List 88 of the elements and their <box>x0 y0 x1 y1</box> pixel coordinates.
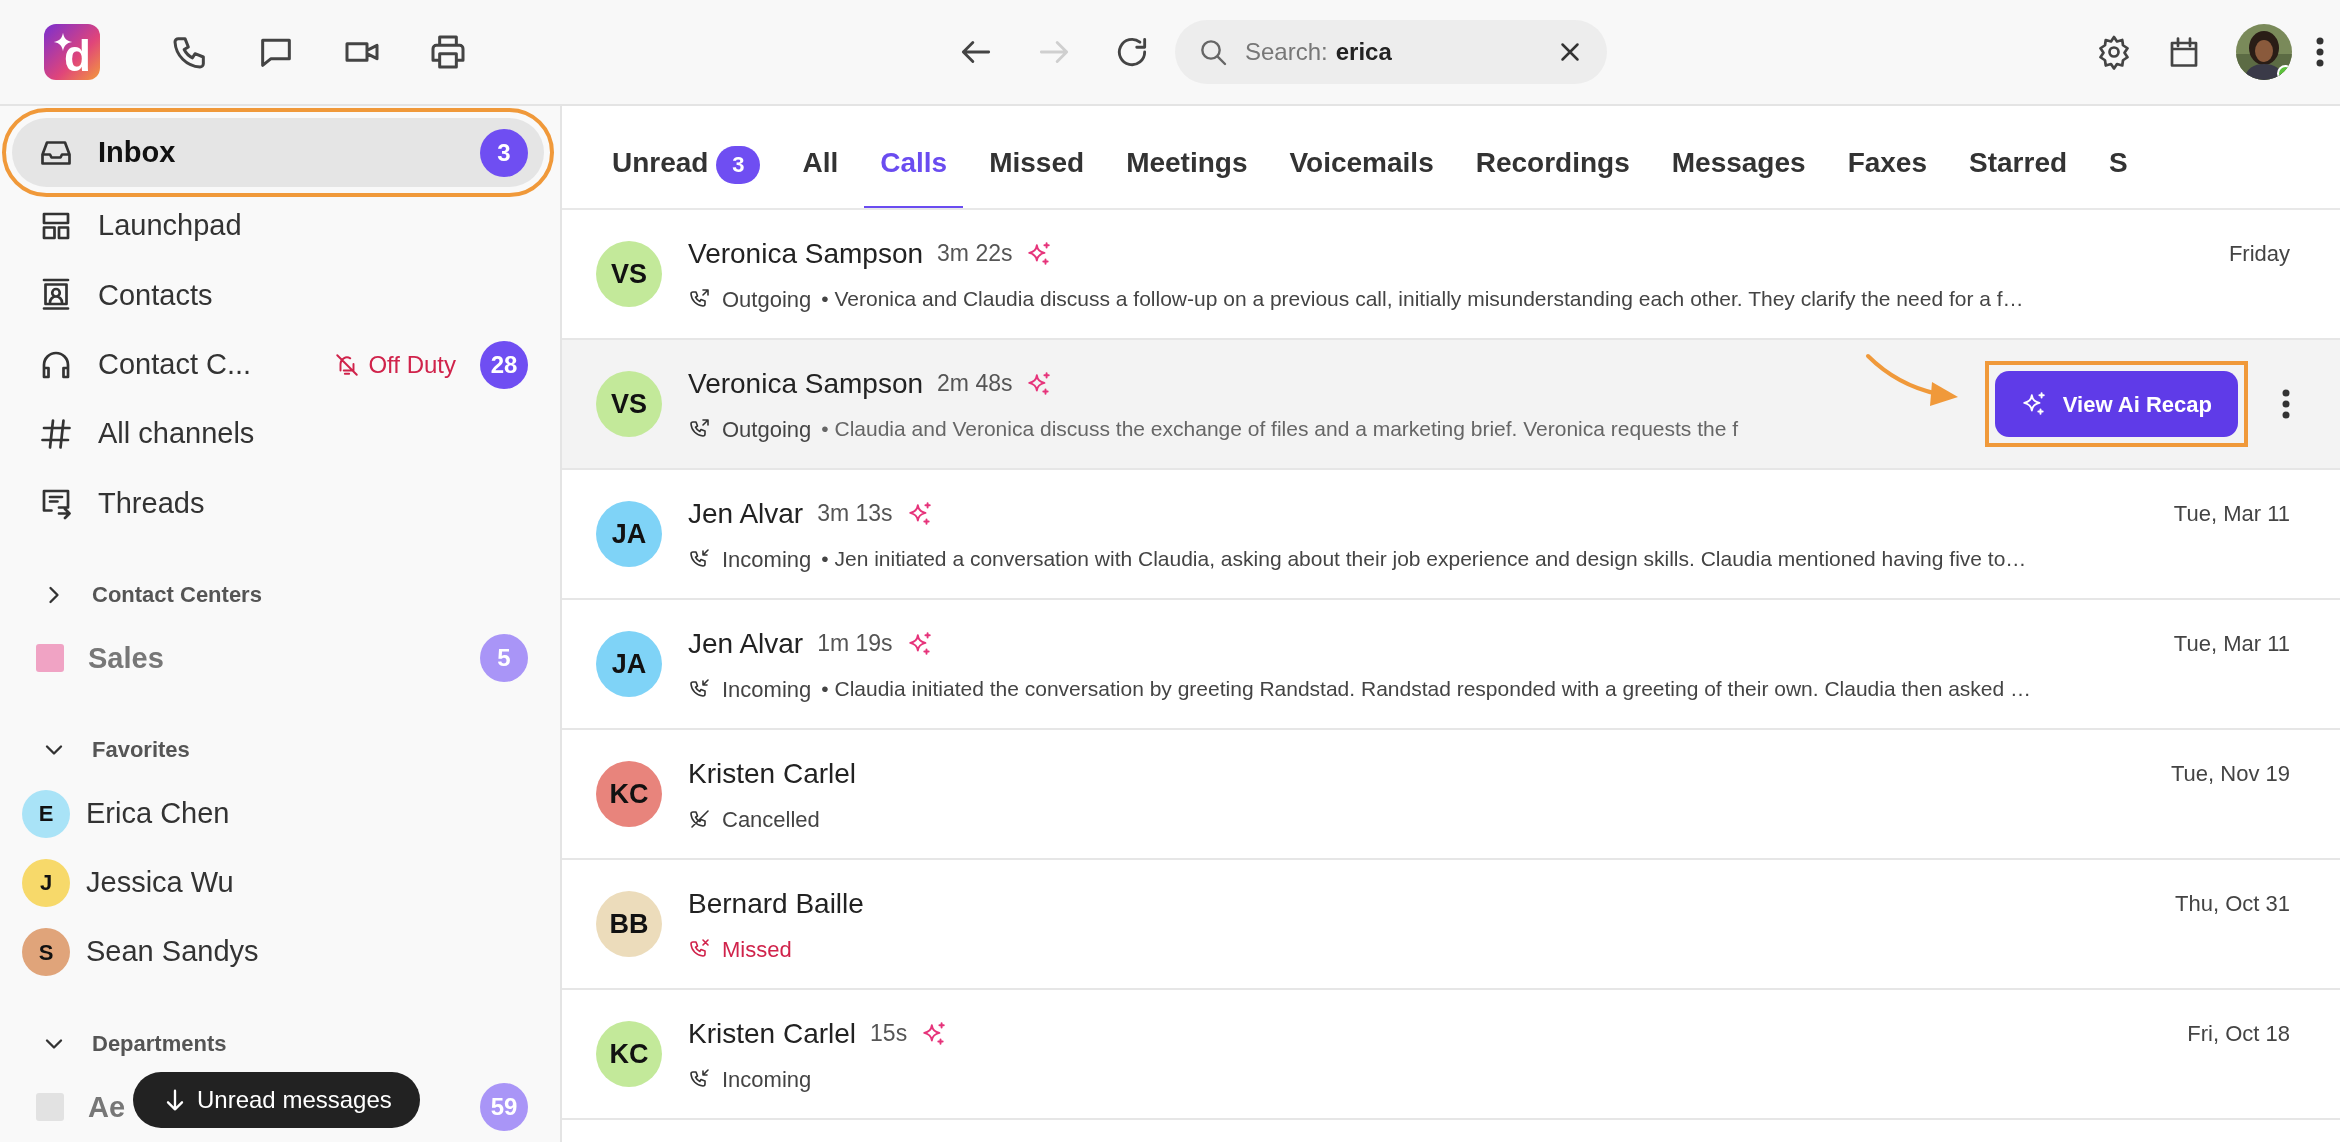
caller-name: Veronica Sampson <box>688 236 924 271</box>
avatar: E <box>22 789 70 838</box>
call-row[interactable]: JA Jen Alvar 3m 13s Tue, Mar 11 Incoming • Jen initiated a conversation with Claudia, asking about their job experience and design skills. Claudia mentioned having five to… <box>562 470 2340 600</box>
tab[interactable]: All <box>786 106 855 208</box>
sidebar-item[interactable]: Threads <box>12 468 544 538</box>
avatar: S <box>22 928 70 977</box>
call-row[interactable]: JA Jen Alvar 1m 19s Tue, Mar 11 Incoming • Claudia initiated the conversation by greeting Randstad. Randstad responded with a greeting of their own. Claudia then asked … <box>562 600 2340 730</box>
tab[interactable]: Meetings <box>1110 106 1264 208</box>
tab[interactable]: Starred <box>1953 106 2084 208</box>
caller-name: Veronica Sampson <box>688 366 924 401</box>
avatar: KC <box>596 1021 662 1087</box>
avatar: J <box>22 858 70 907</box>
status-label: Off Duty <box>368 349 456 380</box>
call-status: Cancelled <box>722 805 820 834</box>
tab[interactable]: Missed <box>973 106 1101 208</box>
caller-name: Jen Alvar <box>688 496 804 531</box>
call-duration: 2m 48s <box>937 369 1013 399</box>
bell-off-icon <box>334 351 361 378</box>
tab[interactable]: Recordings <box>1459 106 1646 208</box>
call-row[interactable]: VS Veronica Sampson 2m 48s Outgoing • Claudia and Veronica discuss the exchange of files and a marketing brief. Veronica requests the f View Ai Recap <box>562 340 2340 470</box>
user-avatar[interactable] <box>2236 24 2292 80</box>
tab[interactable]: S <box>2093 106 2144 208</box>
tab[interactable]: Calls <box>864 106 964 208</box>
call-duration: 3m 13s <box>817 499 893 529</box>
call-duration: 3m 22s <box>937 239 1013 269</box>
call-status: Outgoing <box>722 285 812 314</box>
call-date: Tue, Mar 11 <box>2173 630 2290 658</box>
tab[interactable]: Unread 3 <box>596 106 777 208</box>
tab[interactable]: Voicemails <box>1273 106 1450 208</box>
sidebar-item[interactable]: Launchpad <box>12 191 544 261</box>
call-status: Incoming <box>722 675 812 704</box>
call-date: Thu, Oct 31 <box>2175 890 2290 918</box>
call-summary: • Veronica and Claudia discuss a follow-up on a previous call, initially misunderstanding each other. They clarify the need for a f… <box>821 286 2024 313</box>
sidebar-item[interactable]: J Jessica Wu <box>12 848 544 918</box>
more-icon[interactable] <box>2316 37 2324 67</box>
call-row[interactable]: KC Kristen Carlel 15s Fri, Oct 18 Incoming <box>562 990 2340 1120</box>
caller-name: Bernard Baille <box>688 886 864 921</box>
tab[interactable]: Messages <box>1655 106 1822 208</box>
call-duration: 1m 19s <box>817 629 893 659</box>
caller-name: Kristen Carlel <box>688 1016 857 1051</box>
call-date: Friday <box>2228 240 2290 268</box>
call-date: Tue, Mar 11 <box>2173 500 2290 528</box>
sparkle-icon <box>2020 391 2047 417</box>
avatar: VS <box>596 371 662 437</box>
sidebar-item[interactable]: Sales 5 <box>12 623 544 694</box>
count-badge: 3 <box>716 145 761 184</box>
more-icon[interactable] <box>2282 389 2290 419</box>
call-summary: • Jen initiated a conversation with Claudia, asking about their job experience and design skills. Claudia mentioned having five to… <box>821 546 2027 573</box>
section-header[interactable]: Contact Centers <box>92 578 262 612</box>
search-input[interactable]: erica <box>1335 34 1536 70</box>
call-duration: 15s <box>870 1019 908 1049</box>
call-row[interactable]: BB Bernard Baille Thu, Oct 31 Missed <box>562 860 2340 990</box>
sidebar-item[interactable]: S Sean Sandys <box>12 917 544 987</box>
count-badge: 5 <box>480 634 528 683</box>
sidebar-item[interactable]: Contact C... Off Duty 28 <box>12 330 544 400</box>
count-badge: 59 <box>480 1083 528 1132</box>
settings-button[interactable] <box>2096 34 2132 70</box>
call-status: Incoming <box>722 545 812 574</box>
search-field[interactable]: Search: erica <box>1175 20 1607 84</box>
count-badge: 28 <box>480 340 528 389</box>
sidebar-item[interactable]: Contacts <box>12 260 544 330</box>
call-summary: • Claudia initiated the conversation by greeting Randstad. Randstad responded with a greeting of their own. Claudia then asked … <box>821 676 2032 703</box>
call-status: Outgoing <box>722 415 812 444</box>
call-status: Missed <box>722 935 792 964</box>
avatar: VS <box>596 241 662 307</box>
call-summary: • Claudia and Veronica discuss the exchange of files and a marketing brief. Veronica requests the f <box>821 416 1739 443</box>
avatar: JA <box>596 501 662 567</box>
avatar: JA <box>596 631 662 697</box>
unread-messages-toast[interactable]: Unread messages <box>133 1072 420 1128</box>
avatar: BB <box>596 891 662 957</box>
call-date: Tue, Nov 19 <box>2170 760 2290 788</box>
app-logo[interactable]: d <box>44 24 100 80</box>
section-header[interactable]: Departments <box>92 1027 227 1061</box>
sidebar-item[interactable]: E Erica Chen <box>12 778 544 849</box>
avatar: KC <box>596 761 662 827</box>
view-ai-recap-button[interactable]: View Ai Recap <box>1994 371 2238 437</box>
section-header[interactable]: Favorites <box>92 733 190 767</box>
call-status: Incoming <box>722 1065 812 1094</box>
sidebar-item[interactable]: All channels <box>12 399 544 469</box>
search-label: Search: <box>1245 37 1328 67</box>
phone-icon <box>688 807 712 831</box>
count-badge: 3 <box>480 128 528 177</box>
caller-name: Jen Alvar <box>688 626 804 661</box>
tab[interactable]: Faxes <box>1831 106 1944 208</box>
call-row[interactable]: KC Kristen Carlel Tue, Nov 19 Cancelled <box>562 730 2340 860</box>
call-date: Fri, Oct 18 <box>2187 1020 2290 1048</box>
settings-icon <box>2096 34 2132 70</box>
caller-name: Kristen Carlel <box>688 756 857 791</box>
